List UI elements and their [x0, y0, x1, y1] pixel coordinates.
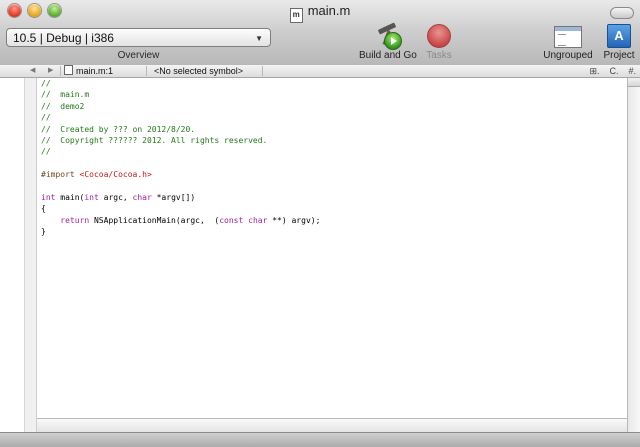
- code-token: main(: [55, 192, 85, 202]
- code-token: //: [41, 113, 51, 123]
- code-line[interactable]: [41, 158, 627, 169]
- forward-arrow-icon[interactable]: ▶: [48, 65, 53, 77]
- editor-navigation-bar: ◀ ▶ main.m:1 <No selected symbol> ⊞. C. …: [0, 65, 640, 78]
- xcode-window: m main.m 10.5 | Debug | i386 ▼ Overview B…: [0, 0, 640, 447]
- code-token: <Cocoa/Cocoa.h>: [79, 170, 152, 180]
- code-token: // Created by ??? on 2012/8/20.: [41, 124, 196, 134]
- code-token: #import: [41, 170, 80, 180]
- active-configuration-popup[interactable]: 10.5 | Debug | i386 ▼: [6, 28, 271, 47]
- code-token: // Copyright ?????? 2012. All rights res…: [41, 135, 268, 145]
- code-token: NSApplicationMain(argc, (: [89, 215, 220, 225]
- project-label: Project: [603, 50, 635, 61]
- code-token: int: [84, 192, 99, 202]
- code-token: char: [132, 192, 152, 202]
- nav-separator: [60, 66, 61, 76]
- editor-gutter[interactable]: [25, 78, 37, 432]
- horizontal-scrollbar[interactable]: [37, 418, 627, 433]
- code-line[interactable]: }: [41, 226, 627, 237]
- overview-label: Overview: [117, 50, 160, 61]
- split-view-handle[interactable]: [628, 78, 640, 87]
- editor-tool-popups: ⊞. C. #.: [589, 65, 636, 77]
- ungrouped-button[interactable]: Ungrouped: [541, 24, 595, 61]
- tasks-button[interactable]: Tasks: [424, 24, 454, 61]
- code-token: // main.m: [41, 90, 90, 100]
- code-token: return: [60, 215, 90, 225]
- file-icon: [64, 65, 73, 75]
- code-token: const: [219, 215, 244, 225]
- code-line[interactable]: //: [41, 146, 627, 157]
- vertical-scrollbar[interactable]: [627, 78, 640, 432]
- config-popup-label: 10.5 | Debug | i386: [13, 31, 114, 45]
- code-editor[interactable]: //// main.m// demo2//// Created by ??? o…: [37, 78, 627, 418]
- code-token: argc,: [98, 192, 133, 202]
- project-button[interactable]: A Project: [601, 24, 637, 61]
- code-token: **) argv);: [267, 215, 321, 225]
- code-line[interactable]: //: [41, 112, 627, 123]
- code-line[interactable]: // main.m: [41, 89, 627, 100]
- code-line[interactable]: // Created by ??? on 2012/8/20.: [41, 124, 627, 135]
- code-line[interactable]: //: [41, 78, 627, 89]
- code-line[interactable]: #import <Cocoa/Cocoa.h>: [41, 169, 627, 180]
- window-title: m main.m: [0, 3, 640, 23]
- stop-icon: [427, 24, 451, 48]
- code-token: char: [248, 215, 268, 225]
- file-history-popup[interactable]: main.m:1: [64, 65, 113, 77]
- source-code[interactable]: //// main.m// demo2//// Created by ??? o…: [37, 78, 627, 237]
- code-token: *argv[]): [151, 192, 196, 202]
- hammer-play-icon: [374, 22, 402, 50]
- tasks-label: Tasks: [426, 50, 452, 61]
- code-line[interactable]: int main(int argc, char *argv[]): [41, 192, 627, 203]
- window-title-text: main.m: [307, 3, 351, 18]
- code-line[interactable]: // demo2: [41, 101, 627, 112]
- code-token: // demo2: [41, 101, 85, 111]
- back-arrow-icon[interactable]: ◀: [30, 65, 35, 77]
- code-token: int: [41, 192, 56, 202]
- nav-separator: [146, 66, 147, 76]
- code-line[interactable]: {: [41, 203, 627, 214]
- code-token: //: [41, 147, 51, 157]
- editor-left-margin: [0, 78, 25, 432]
- code-token: {: [41, 204, 46, 214]
- nav-separator: [262, 66, 263, 76]
- app-store-icon: A: [607, 24, 631, 48]
- toolbar-toggle-button[interactable]: [610, 7, 634, 19]
- code-token: }: [41, 227, 46, 237]
- code-line[interactable]: return NSApplicationMain(argc, (const ch…: [41, 215, 627, 226]
- bookmarks-popup[interactable]: ⊞.: [589, 65, 599, 77]
- objc-file-icon: m: [289, 8, 303, 23]
- file-popup-label: main.m:1: [76, 66, 114, 76]
- window-bottom-bar: [0, 432, 640, 447]
- includes-popup[interactable]: #.: [628, 65, 636, 77]
- unified-toolbar: m main.m 10.5 | Debug | i386 ▼ Overview B…: [0, 0, 640, 66]
- code-line[interactable]: // Copyright ?????? 2012. All rights res…: [41, 135, 627, 146]
- code-token: //: [41, 79, 51, 88]
- build-and-go-button[interactable]: Build and Go: [359, 22, 417, 61]
- window-layout-icon: [554, 26, 582, 48]
- classes-popup[interactable]: C.: [609, 65, 618, 77]
- ungrouped-label: Ungrouped: [543, 50, 593, 61]
- build-and-go-label: Build and Go: [359, 50, 417, 61]
- code-line[interactable]: [41, 181, 627, 192]
- symbol-popup[interactable]: <No selected symbol>: [154, 65, 243, 77]
- popup-arrow-icon: ▼: [255, 34, 263, 43]
